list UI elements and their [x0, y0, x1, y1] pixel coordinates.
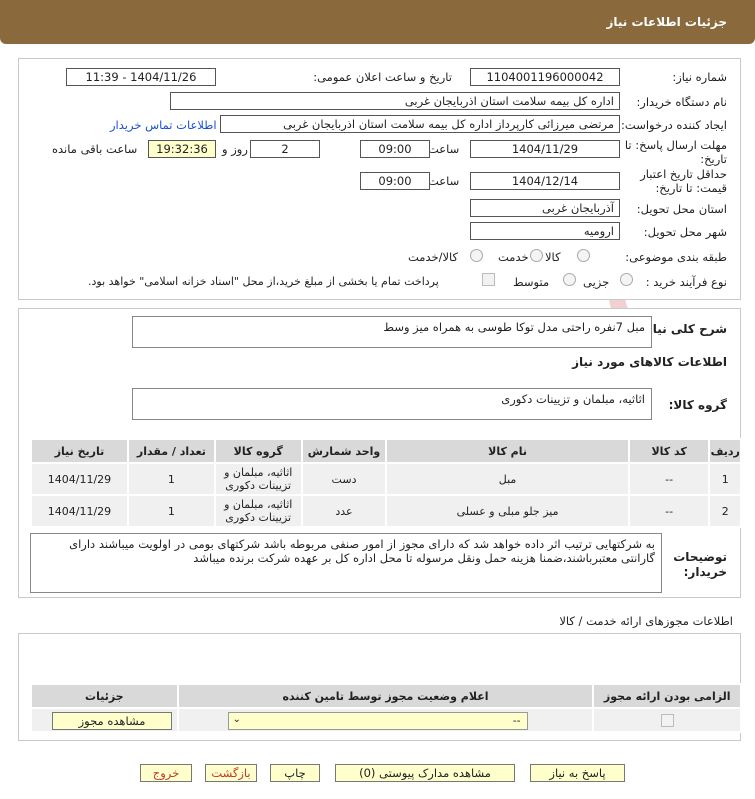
buyer-label: نام دستگاه خریدار: — [636, 95, 727, 109]
announce-label: تاریخ و ساعت اعلان عمومی: — [313, 70, 452, 84]
process-option-small: جزیی — [583, 275, 610, 289]
description-label: شرح کلی نیاز: — [641, 322, 727, 336]
col-group: گروه کالا — [213, 438, 303, 464]
deadline-label-2: تاریخ: — [700, 152, 727, 166]
reply-button[interactable]: پاسخ به نیاز — [530, 764, 625, 782]
print-button[interactable]: چاپ — [270, 764, 320, 782]
validity-date-field: 1404/12/14 — [470, 172, 620, 190]
city-field: ارومیه — [470, 222, 620, 240]
col-row: ردیف — [708, 438, 742, 464]
category-radio-goods[interactable] — [577, 249, 590, 262]
col-details: جزئیات — [30, 683, 179, 709]
buyer-field: اداره کل بیمه سلامت استان اذربایجان غربی — [170, 92, 620, 110]
validity-label-2: قیمت: تا تاریخ: — [655, 181, 727, 195]
table-row: 1 -- مبل دست اثاثیه، مبلمان و تزیینات دک… — [30, 462, 742, 496]
permit-status-value: -- — [512, 714, 521, 727]
page-title: جزئیات اطلاعات نیاز — [606, 15, 727, 29]
deadline-time-field: 09:00 — [360, 140, 430, 158]
items-table: ردیف کد کالا نام کالا واحد شمارش گروه کا… — [30, 438, 742, 528]
creator-field: مرتضی میرزائی کارپرداز اداره کل بیمه سلا… — [220, 115, 620, 133]
remaining-time-field: 19:32:36 — [148, 140, 216, 158]
announce-field: 1404/11/26 - 11:39 — [66, 68, 216, 86]
need-number-field: 1104001196000042 — [470, 68, 620, 86]
process-label: نوع فرآیند خرید : — [645, 275, 727, 289]
validity-time-field: 09:00 — [360, 172, 430, 190]
city-label: شهر محل تحویل: — [643, 225, 727, 239]
deadline-date-field: 1404/11/29 — [470, 140, 620, 158]
category-option-goods: کالا — [545, 250, 561, 264]
days-label: روز و — [222, 142, 248, 156]
category-label: طبقه بندی موضوعی: — [625, 250, 727, 264]
validity-label-1: حداقل تاریخ اعتبار — [640, 167, 727, 181]
buyer-notes-field: به شرکتهایی ترتیب اثر داده خواهد شد که د… — [30, 533, 662, 593]
process-option-medium: متوسط — [513, 275, 550, 289]
deadline-time-label: ساعت — [428, 142, 460, 156]
payment-note: پرداخت تمام یا بخشی از مبلغ خرید،از محل … — [88, 275, 439, 288]
province-label: استان محل تحویل: — [636, 202, 727, 216]
need-number-label: شماره نیاز: — [672, 70, 727, 84]
province-field: آذربایجان غربی — [470, 199, 620, 217]
col-unit: واحد شمارش — [300, 438, 388, 464]
table-row: 2 -- میز جلو مبلی و عسلی عدد اثاثیه، مبل… — [30, 494, 742, 528]
permits-title: اطلاعات مجوزهای ارائه خدمت / کالا — [559, 614, 733, 628]
items-table-header: ردیف کد کالا نام کالا واحد شمارش گروه کا… — [30, 438, 742, 464]
permits-table-header: الزامی بودن ارائه مجوز اعلام وضعیت مجوز … — [30, 683, 742, 709]
creator-label: ایجاد کننده درخواست: — [621, 118, 727, 132]
remaining-time-label: ساعت باقی مانده — [52, 142, 138, 156]
col-required: الزامی بودن ارائه مجوز — [592, 683, 742, 709]
process-radio-small[interactable] — [620, 273, 633, 286]
col-qty: تعداد / مقدار — [126, 438, 216, 464]
table-row: -- ⌄ مشاهده مجوز — [30, 707, 742, 733]
required-checkbox — [660, 714, 674, 727]
category-radio-service[interactable] — [530, 249, 543, 262]
page-header: جزئیات اطلاعات نیاز — [0, 0, 755, 44]
description-field: مبل 7نفره راحتی مدل توکا طوسی به همراه م… — [132, 316, 652, 348]
view-permit-button[interactable]: مشاهده مجوز — [52, 712, 172, 730]
days-field: 2 — [250, 140, 320, 158]
process-radio-medium[interactable] — [563, 273, 576, 286]
goods-group-field: اثاثیه، مبلمان و تزیینات دکوری — [132, 388, 652, 420]
category-radio-both[interactable] — [470, 249, 483, 262]
category-option-both: کالا/خدمت — [408, 250, 459, 264]
contact-buyer-link[interactable]: اطلاعات تماس خریدار — [110, 118, 217, 132]
deadline-label-1: مهلت ارسال پاسخ: تا — [624, 138, 727, 152]
buyer-notes-label-2: خریدار: — [683, 565, 727, 579]
permits-table: الزامی بودن ارائه مجوز اعلام وضعیت مجوز … — [30, 683, 742, 733]
col-name: نام کالا — [385, 438, 630, 464]
col-status: اعلام وضعیت مجوز توسط تامین کننده — [176, 683, 595, 709]
permit-status-select[interactable]: -- ⌄ — [227, 712, 528, 730]
goods-info-title: اطلاعات کالاهای مورد نیاز — [572, 355, 727, 369]
exit-button[interactable]: خروج — [140, 764, 192, 782]
category-option-service: خدمت — [498, 250, 529, 264]
chevron-down-icon: ⌄ — [232, 714, 242, 725]
back-button[interactable]: بازگشت — [205, 764, 257, 782]
validity-time-label: ساعت — [428, 174, 460, 188]
goods-group-label: گروه کالا: — [668, 398, 727, 412]
col-date: تاریخ نیاز — [30, 438, 129, 464]
view-docs-button[interactable]: مشاهده مدارک پیوستی (0) — [335, 764, 515, 782]
buyer-notes-label-1: توضیحات — [673, 550, 727, 564]
col-code: کد کالا — [627, 438, 711, 464]
treasury-checkbox[interactable] — [482, 273, 495, 286]
